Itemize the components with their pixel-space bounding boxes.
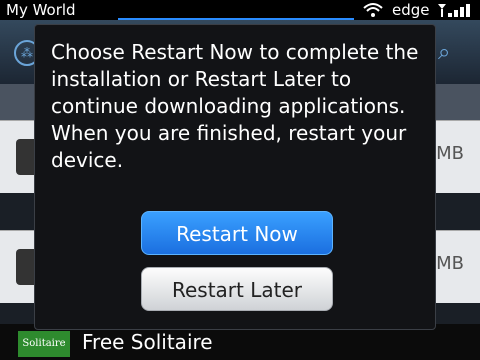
list-item-title: Free Solitaire bbox=[82, 330, 213, 354]
solitaire-icon: Solitaire bbox=[18, 331, 70, 357]
list-item-size: MB bbox=[436, 143, 464, 164]
restart-now-button[interactable]: Restart Now bbox=[141, 211, 333, 255]
wifi-icon bbox=[363, 3, 383, 17]
restart-later-button[interactable]: Restart Later bbox=[141, 267, 333, 311]
signal-strength-icon bbox=[438, 4, 470, 17]
app-name: My World bbox=[6, 1, 76, 19]
search-icon[interactable]: ⌕ bbox=[438, 40, 450, 65]
restart-dialog: Choose Restart Now to complete the insta… bbox=[34, 24, 436, 330]
network-type: edge bbox=[392, 1, 430, 19]
list-item-size: MB bbox=[436, 253, 464, 274]
dialog-message: Choose Restart Now to complete the insta… bbox=[51, 40, 419, 172]
status-bar: My World edge bbox=[0, 0, 480, 21]
